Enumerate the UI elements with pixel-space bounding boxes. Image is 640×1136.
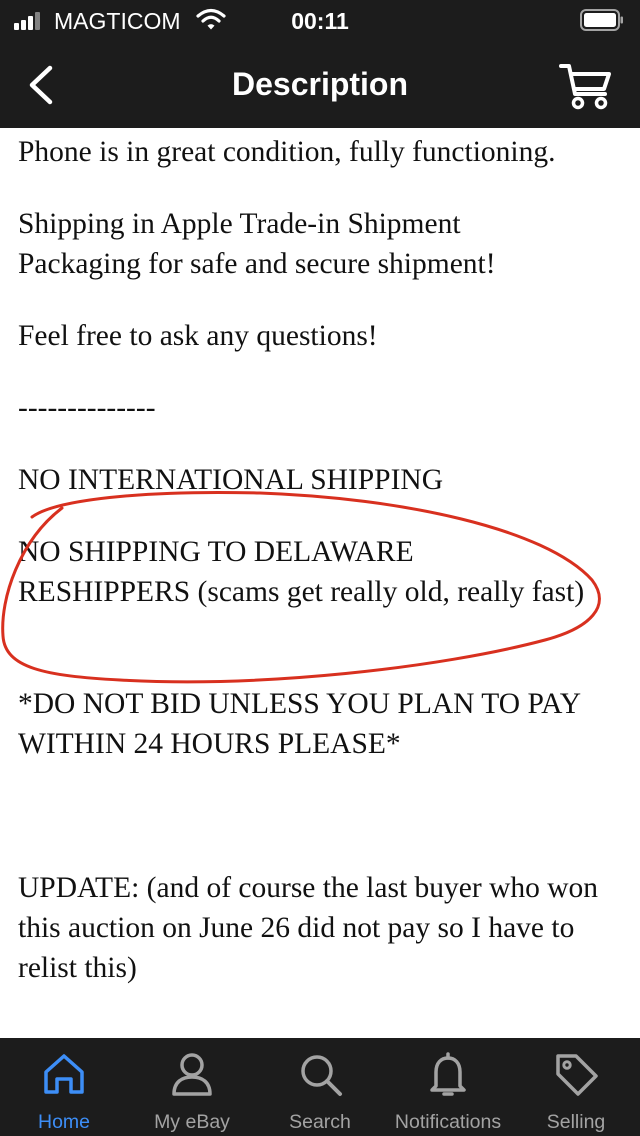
tag-icon: [556, 1054, 598, 1096]
home-icon: [44, 1054, 84, 1094]
status-time: 00:11: [291, 8, 349, 34]
description-paragraph: Phone is in great condition, fully funct…: [18, 136, 556, 168]
bell-icon: [430, 1052, 466, 1096]
description-content: Phone is in great condition, fully funct…: [0, 128, 640, 1038]
wifi-icon: [196, 8, 226, 30]
description-paragraph: *DO NOT BID UNLESS YOU PLAN TO PAY WITHI…: [18, 688, 587, 760]
description-paragraph: Shipping in Apple Trade-in Shipment Pack…: [18, 208, 496, 280]
tab-search[interactable]: Search: [256, 1038, 384, 1136]
description-paragraph: NO INTERNATIONAL SHIPPING: [18, 464, 443, 496]
back-button[interactable]: [18, 60, 66, 110]
tab-notifications[interactable]: Notifications: [384, 1038, 512, 1136]
top-navigation-bar: Description: [0, 42, 640, 128]
tab-label: Home: [37, 1111, 91, 1133]
description-divider: --------------: [18, 392, 156, 424]
tab-label: My eBay: [154, 1111, 230, 1133]
tab-label: Selling: [546, 1111, 606, 1133]
search-icon: [301, 1055, 342, 1096]
battery-icon: [580, 9, 623, 31]
cart-icon[interactable]: [556, 58, 616, 114]
description-paragraph: Feel free to ask any questions!: [18, 320, 378, 352]
description-paragraph: UPDATE: (and of course the last buyer wh…: [18, 872, 606, 984]
carrier-name: MAGTICOM: [54, 8, 181, 34]
tab-selling[interactable]: Selling: [512, 1038, 640, 1136]
tab-my-ebay[interactable]: My eBay: [128, 1038, 256, 1136]
person-icon: [172, 1053, 212, 1096]
bottom-tab-bar: Home My eBay Search Notifications Sellin…: [0, 1038, 640, 1136]
page-title: Description: [231, 66, 409, 102]
description-paragraph: NO SHIPPING TO DELAWARE RESHIPPERS (scam…: [18, 536, 585, 608]
tab-home[interactable]: Home: [0, 1038, 128, 1136]
tab-label: Notifications: [394, 1111, 502, 1133]
tab-label: Search: [289, 1111, 351, 1133]
status-bar: MAGTICOM 00:11: [0, 0, 640, 42]
cellular-signal-icon: [14, 10, 48, 30]
